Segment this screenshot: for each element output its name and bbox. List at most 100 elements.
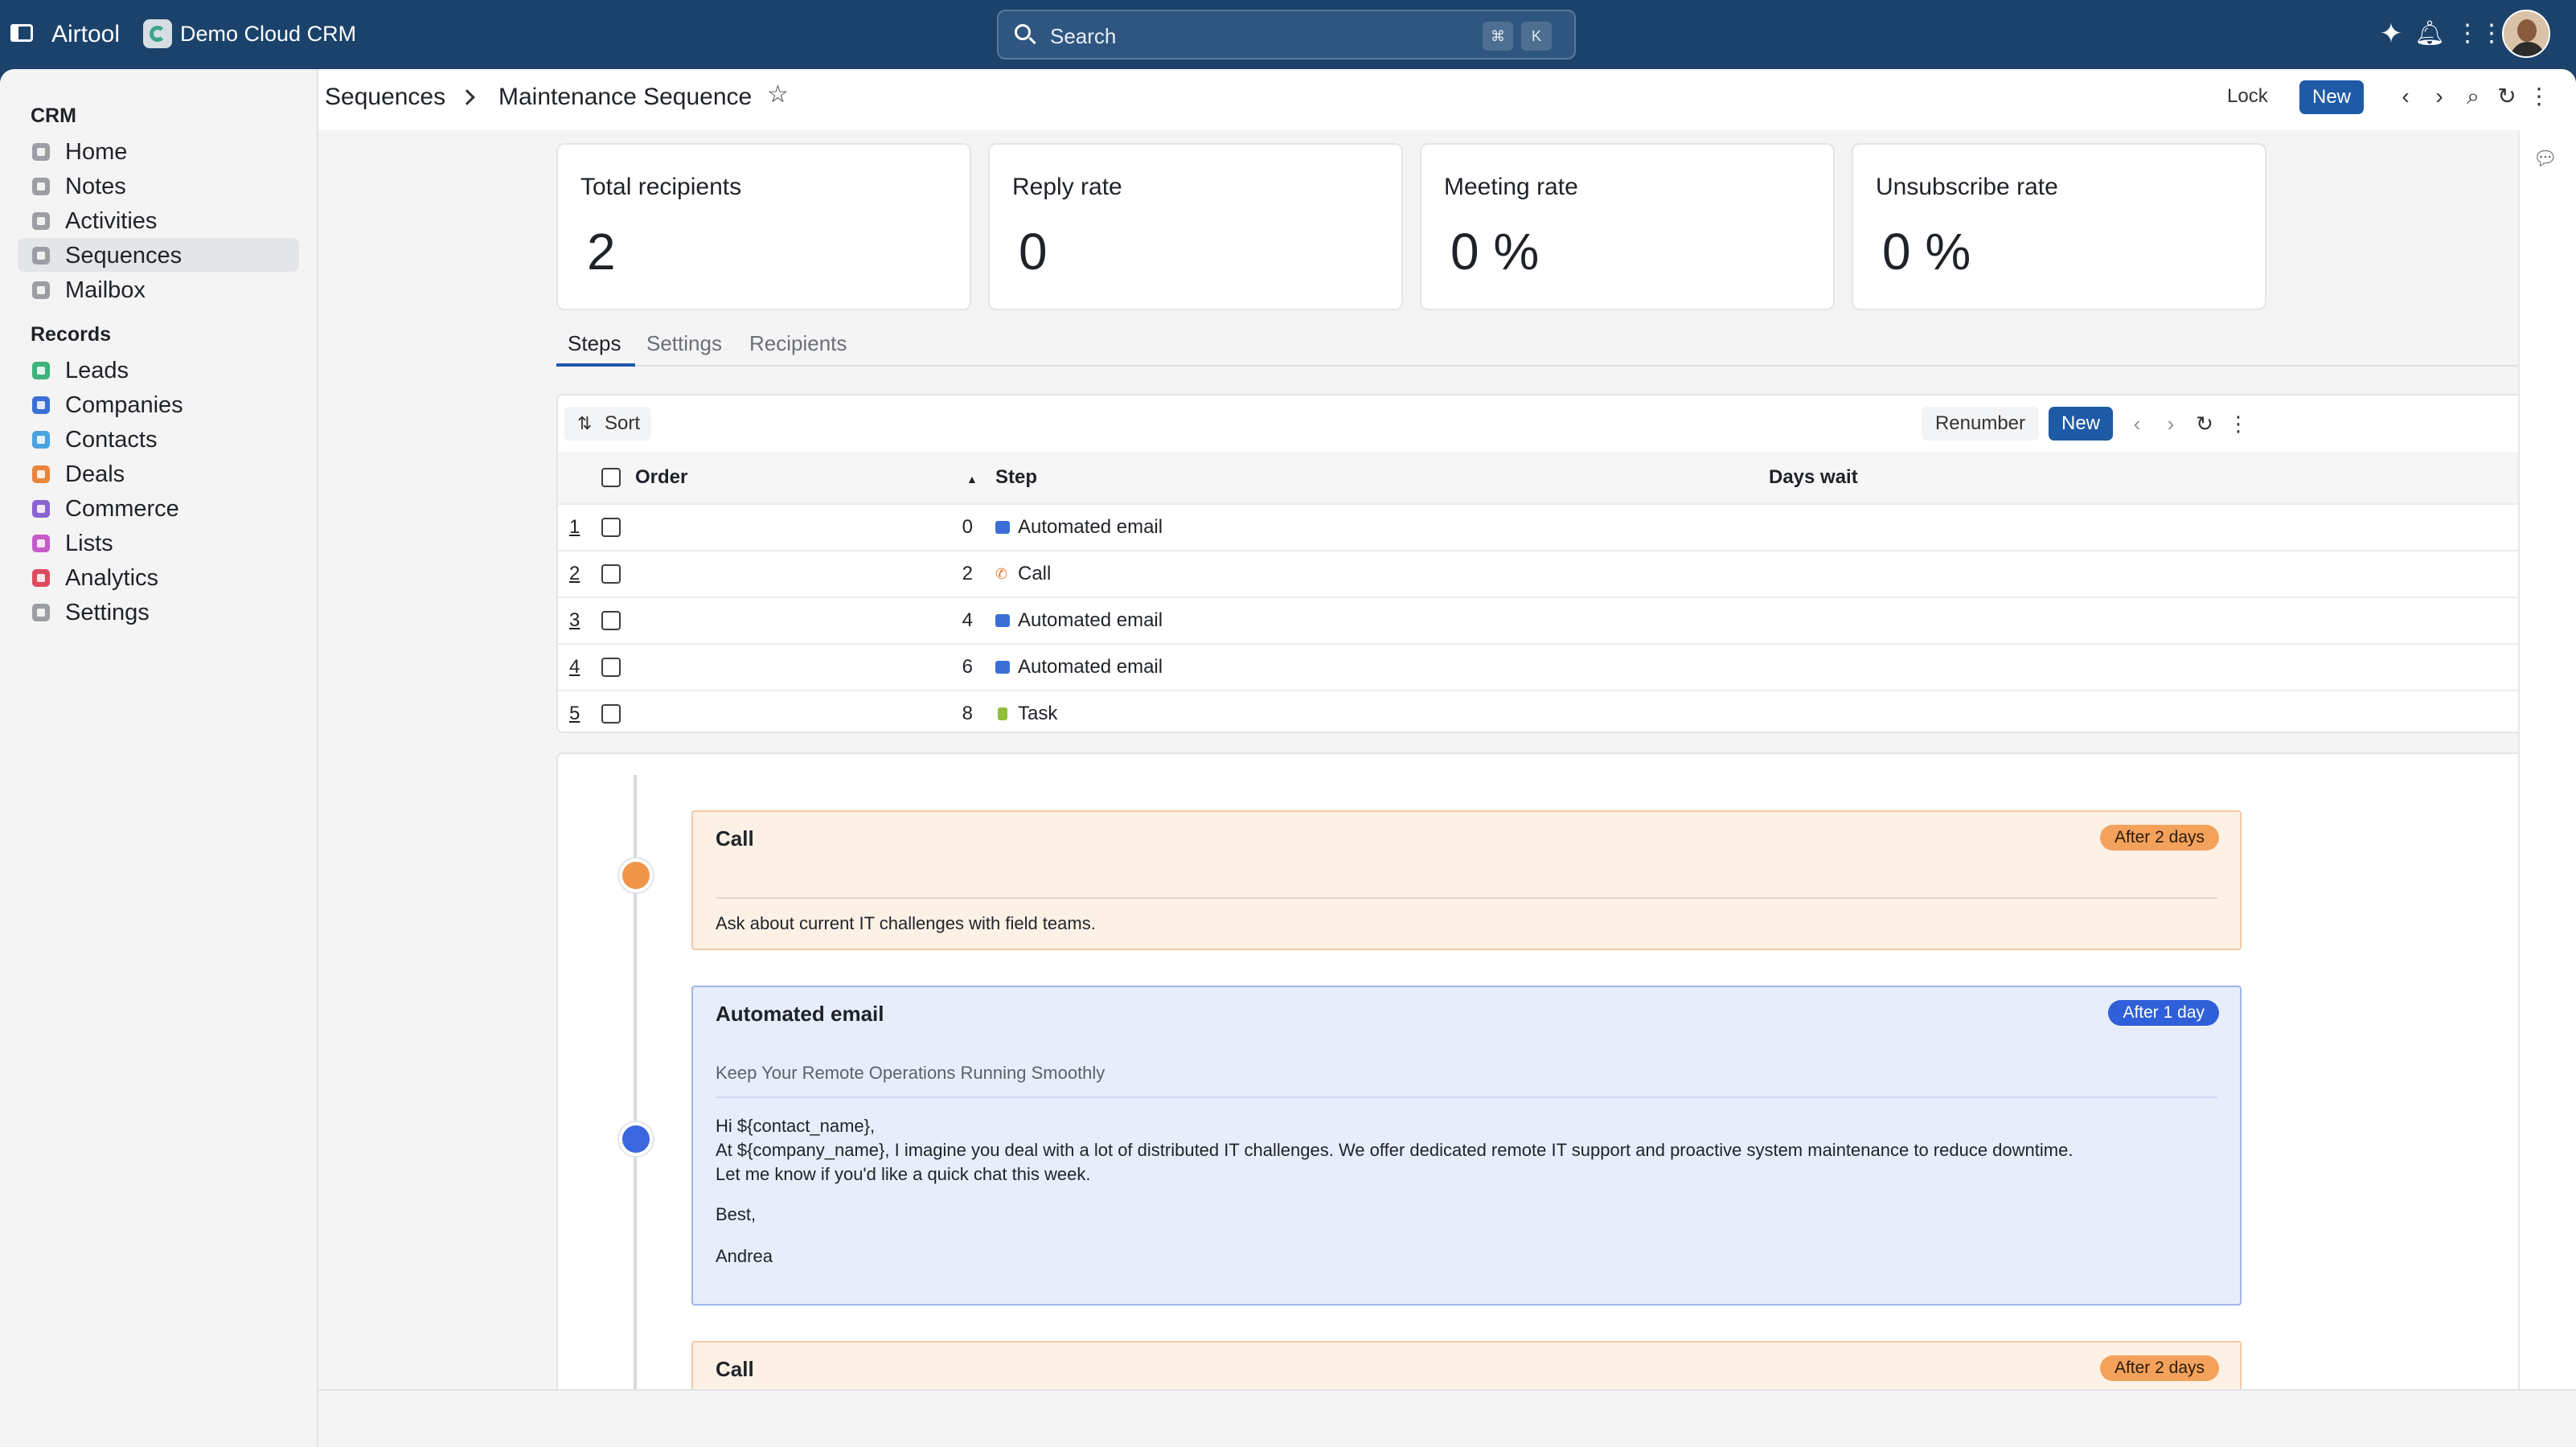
search-icon[interactable]: ⌕: [2459, 82, 2488, 111]
email-icon: [995, 521, 1010, 534]
contacts-icon: [32, 431, 50, 449]
sidebar-item-leads[interactable]: Leads: [18, 353, 299, 387]
notes-icon: [32, 178, 50, 195]
sidebar: CRM Home Notes Activities Sequences Mail…: [0, 69, 318, 1447]
next-page-icon[interactable]: ›: [2156, 407, 2185, 441]
column-header-days-wait[interactable]: Days wait: [1769, 466, 1858, 489]
row-number-link[interactable]: 5: [569, 703, 580, 725]
row-number-link[interactable]: 2: [569, 563, 580, 585]
email-greeting: Hi ${contact_name},: [716, 1116, 876, 1136]
sidebar-item-label: Mailbox: [65, 277, 146, 303]
row-checkbox[interactable]: [601, 658, 621, 677]
sidebar-item-lists[interactable]: Lists: [18, 526, 299, 560]
email-body: At ${company_name}, I imagine you deal w…: [716, 1140, 2074, 1184]
more-menu-icon[interactable]: ⋮: [2224, 407, 2253, 441]
sidebar-item-companies[interactable]: Companies: [18, 387, 299, 421]
row-checkbox[interactable]: [601, 704, 621, 724]
row-number-link[interactable]: 3: [569, 609, 580, 632]
refresh-icon[interactable]: ↻: [2492, 82, 2521, 111]
phone-icon: ✆: [995, 566, 1008, 582]
renumber-button[interactable]: Renumber: [1922, 407, 2039, 441]
activities-icon: [32, 212, 50, 230]
favorite-star-icon[interactable]: ☆: [767, 80, 789, 109]
stat-value: 2: [587, 223, 616, 281]
sidebar-item-label: Deals: [65, 461, 125, 487]
sidebar-item-commerce[interactable]: Commerce: [18, 491, 299, 525]
delay-badge: After 2 days: [2099, 825, 2219, 851]
notifications-bell-icon[interactable]: 🔔︎: [2414, 18, 2446, 50]
sort-label: Sort: [605, 412, 641, 434]
step-card-call[interactable]: Call After 2 days Ask about current IT c…: [691, 810, 2242, 950]
new-step-button[interactable]: New: [2049, 407, 2113, 441]
sequences-icon: [32, 247, 50, 264]
companies-icon: [32, 396, 50, 414]
comment-icon[interactable]: 💬︎: [2531, 145, 2560, 174]
row-checkbox[interactable]: [601, 564, 621, 584]
sidebar-item-label: Notes: [65, 174, 126, 199]
sort-button[interactable]: ⇅ Sort: [564, 407, 651, 441]
breadcrumb-sequences[interactable]: Sequences: [325, 84, 445, 111]
more-menu-icon[interactable]: ⋮: [2525, 82, 2553, 111]
sidebar-item-notes[interactable]: Notes: [18, 169, 299, 203]
row-number-link[interactable]: 1: [569, 516, 580, 539]
refresh-icon[interactable]: ↻: [2190, 407, 2219, 441]
lock-button[interactable]: Lock: [2227, 85, 2268, 108]
stat-label: Unsubscribe rate: [1876, 174, 2058, 200]
sidebar-heading-records: Records: [31, 323, 112, 346]
row-checkbox[interactable]: [601, 518, 621, 537]
settings-gear-icon: [32, 604, 50, 621]
chevron-left-icon[interactable]: ‹: [2391, 82, 2420, 111]
table-row[interactable]: 2 2 ✆ Call 2: [558, 550, 2576, 596]
sidebar-item-sequences[interactable]: Sequences: [18, 238, 299, 272]
leads-icon: [32, 362, 50, 379]
user-avatar[interactable]: [2502, 10, 2550, 58]
chevron-right-icon: [459, 89, 475, 105]
sequence-timeline: Call After 2 days Ask about current IT c…: [556, 752, 2576, 1413]
step-cell: Task: [1018, 703, 1058, 724]
chevron-right-icon[interactable]: ›: [2425, 82, 2454, 111]
mailbox-icon: [32, 281, 50, 299]
workspace-name: Demo Cloud CRM: [180, 21, 357, 46]
prev-page-icon[interactable]: ‹: [2123, 407, 2151, 441]
column-header-step[interactable]: Step: [995, 466, 1037, 489]
page-header: Sequences Maintenance Sequence ☆ Lock Ne…: [318, 69, 2576, 130]
table-row[interactable]: 1 0 Automated email 1: [558, 503, 2576, 550]
sidebar-item-deals[interactable]: Deals: [18, 457, 299, 490]
sidebar-item-home[interactable]: Home: [18, 134, 299, 168]
sidebar-item-settings[interactable]: Settings: [18, 595, 299, 629]
stat-value: 0 %: [1450, 223, 1540, 281]
table-row[interactable]: 4 6 Automated email 14: [558, 643, 2576, 690]
sidebar-item-label: Home: [65, 139, 128, 165]
timeline-dot-email: [619, 1122, 653, 1156]
shortcut-cmd-key: ⌘: [1483, 22, 1513, 51]
sidebar-toggle-icon[interactable]: [8, 19, 35, 47]
row-number-link[interactable]: 4: [569, 656, 580, 678]
tab-recipients[interactable]: Recipients: [749, 331, 847, 356]
select-all-checkbox[interactable]: [601, 468, 621, 487]
app-name[interactable]: Airtool: [51, 21, 120, 48]
sidebar-item-label: Lists: [65, 531, 113, 556]
sidebar-item-activities[interactable]: Activities: [18, 203, 299, 237]
sidebar-item-label: Contacts: [65, 427, 158, 453]
sidebar-item-mailbox[interactable]: Mailbox: [18, 273, 299, 306]
stat-label: Reply rate: [1012, 174, 1122, 200]
search-input[interactable]: Search ⌘ K: [997, 10, 1576, 59]
step-card-automated-email[interactable]: Automated email After 1 day Keep Your Re…: [691, 986, 2242, 1306]
sidebar-item-label: Leads: [65, 358, 129, 383]
sidebar-item-analytics[interactable]: Analytics: [18, 560, 299, 594]
sidebar-item-contacts[interactable]: Contacts: [18, 422, 299, 456]
ai-sparkle-icon[interactable]: ✦: [2375, 18, 2407, 50]
row-checkbox[interactable]: [601, 611, 621, 630]
sidebar-item-label: Analytics: [65, 565, 159, 591]
email-icon: [995, 614, 1010, 627]
column-header-order[interactable]: Order: [635, 466, 687, 489]
workspace-switcher[interactable]: Demo Cloud CRM: [143, 18, 356, 50]
apps-grid-icon[interactable]: ⋮⋮⋮: [2455, 18, 2528, 50]
timeline-dot-call: [619, 859, 653, 892]
table-row[interactable]: 3 4 Automated email 6: [558, 596, 2576, 643]
tab-steps[interactable]: Steps: [568, 331, 621, 356]
tab-settings[interactable]: Settings: [646, 331, 722, 356]
sidebar-heading-crm: CRM: [31, 105, 76, 127]
table-row[interactable]: 5 8 Task 20: [558, 690, 2576, 736]
new-record-button[interactable]: New: [2299, 80, 2364, 114]
